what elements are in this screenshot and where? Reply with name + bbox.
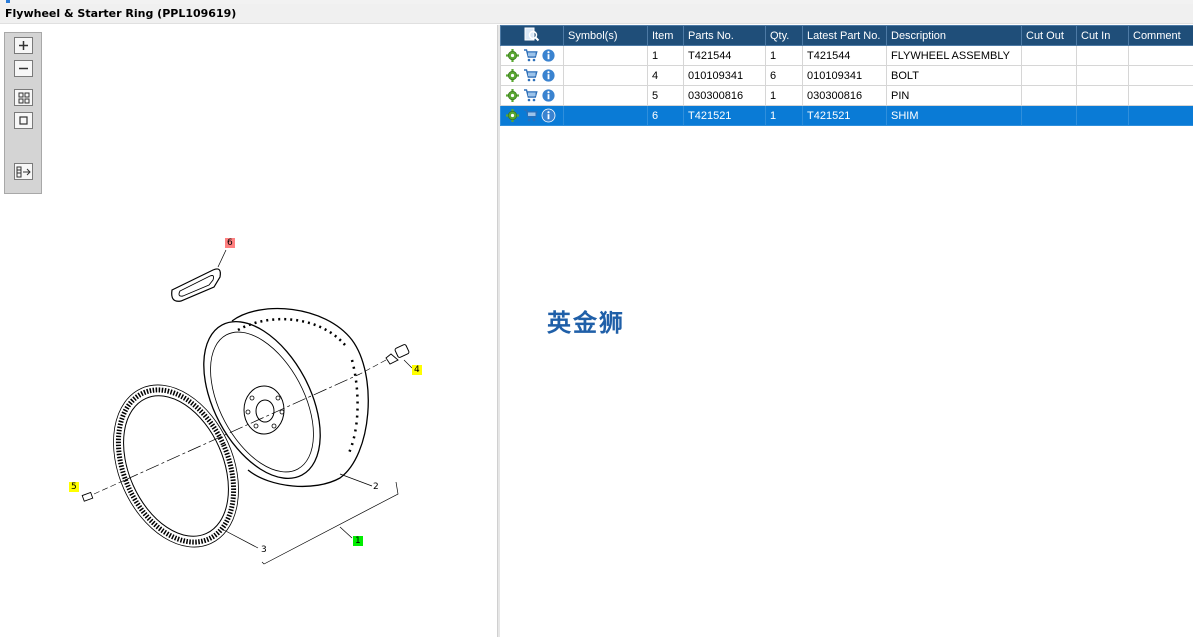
cell-parts-no: 030300816 xyxy=(683,85,766,106)
cell-item: 5 xyxy=(647,85,684,106)
cell-cut-in xyxy=(1076,65,1129,86)
bolt-part[interactable] xyxy=(359,344,413,375)
gear-icon[interactable] xyxy=(505,88,520,103)
plus-icon xyxy=(19,41,28,50)
table-row[interactable]: 5 030300816 1 030300816 PIN xyxy=(500,85,1193,106)
header-parts-no[interactable]: Parts No. xyxy=(683,25,766,46)
info-icon[interactable] xyxy=(541,68,556,83)
header-cut-in[interactable]: Cut In xyxy=(1076,25,1129,46)
cart-icon[interactable] xyxy=(523,68,538,83)
cart-icon[interactable] xyxy=(523,48,538,63)
header-symbols[interactable]: Symbol(s) xyxy=(563,25,648,46)
header-search[interactable] xyxy=(500,25,564,46)
row-icons xyxy=(500,105,564,126)
row-icons xyxy=(500,45,564,66)
fit-all-button[interactable] xyxy=(14,89,33,106)
callout-6[interactable]: 6 xyxy=(225,238,235,248)
cell-cut-out xyxy=(1021,85,1077,106)
callout-1[interactable]: 1 xyxy=(353,536,363,546)
app-icon xyxy=(6,0,10,3)
export-button[interactable] xyxy=(14,163,33,180)
gear-icon[interactable] xyxy=(505,48,520,63)
cell-item: 1 xyxy=(647,45,684,66)
gear-icon[interactable] xyxy=(505,108,520,123)
cell-cut-in xyxy=(1076,45,1129,66)
window-title: Flywheel & Starter Ring (PPL109619) xyxy=(0,4,1193,24)
cell-latest-part-no: 010109341 xyxy=(802,65,887,86)
cell-comment xyxy=(1128,85,1193,106)
cell-symbols xyxy=(563,85,648,106)
cell-qty: 1 xyxy=(765,45,803,66)
parts-table: Symbol(s) Item Parts No. Qty. Latest Par… xyxy=(500,25,1193,126)
gear-icon[interactable] xyxy=(505,68,520,83)
shim-part[interactable] xyxy=(171,249,227,302)
cell-latest-part-no: T421544 xyxy=(802,45,887,66)
info-icon[interactable] xyxy=(541,108,556,123)
info-icon[interactable] xyxy=(541,48,556,63)
callout-3[interactable]: 3 xyxy=(259,545,269,555)
cell-cut-in xyxy=(1076,85,1129,106)
info-icon[interactable] xyxy=(541,88,556,103)
square-icon xyxy=(19,116,28,125)
parts-pane: Symbol(s) Item Parts No. Qty. Latest Par… xyxy=(500,25,1193,637)
list-arrow-icon xyxy=(16,166,31,177)
cell-parts-no: T421521 xyxy=(683,105,766,126)
zoom-in-button[interactable] xyxy=(14,37,33,54)
cell-cut-out xyxy=(1021,65,1077,86)
minus-icon xyxy=(19,67,28,70)
cell-description: BOLT xyxy=(886,65,1022,86)
cell-qty: 6 xyxy=(765,65,803,86)
cell-cut-in xyxy=(1076,105,1129,126)
header-description[interactable]: Description xyxy=(886,25,1022,46)
zoom-toolbar xyxy=(4,32,42,194)
cell-qty: 1 xyxy=(765,85,803,106)
cell-item: 4 xyxy=(647,65,684,86)
zoom-out-button[interactable] xyxy=(14,60,33,77)
callout-2[interactable]: 2 xyxy=(371,482,381,492)
cell-symbols xyxy=(563,65,648,86)
table-row[interactable]: 4 010109341 6 010109341 BOLT xyxy=(500,65,1193,86)
cell-comment xyxy=(1128,105,1193,126)
grid-icon xyxy=(18,92,29,103)
row-icons xyxy=(500,65,564,86)
cell-latest-part-no: T421521 xyxy=(802,105,887,126)
exploded-diagram[interactable] xyxy=(0,25,497,637)
cart-icon[interactable] xyxy=(523,108,538,123)
magnify-document-icon[interactable] xyxy=(524,27,540,42)
cell-parts-no: T421544 xyxy=(683,45,766,66)
cell-comment xyxy=(1128,65,1193,86)
row-icons xyxy=(500,85,564,106)
callout-5[interactable]: 5 xyxy=(69,482,79,492)
flywheel-part[interactable] xyxy=(180,302,369,497)
table-row[interactable]: 6 T421521 1 T421521 SHIM xyxy=(500,105,1193,126)
watermark-logo: 英金狮 xyxy=(547,309,625,337)
cell-description: SHIM xyxy=(886,105,1022,126)
table-row[interactable]: 1 T421544 1 T421544 FLYWHEEL ASSEMBLY xyxy=(500,45,1193,66)
cart-icon[interactable] xyxy=(523,88,538,103)
header-qty[interactable]: Qty. xyxy=(765,25,803,46)
cell-description: PIN xyxy=(886,85,1022,106)
header-cut-out[interactable]: Cut Out xyxy=(1021,25,1077,46)
actual-size-button[interactable] xyxy=(14,112,33,129)
cell-symbols xyxy=(563,105,648,126)
cell-cut-out xyxy=(1021,105,1077,126)
cell-parts-no: 010109341 xyxy=(683,65,766,86)
cell-cut-out xyxy=(1021,45,1077,66)
pin-part[interactable] xyxy=(81,479,126,502)
cell-latest-part-no: 030300816 xyxy=(802,85,887,106)
header-comment[interactable]: Comment xyxy=(1128,25,1193,46)
diagram-pane[interactable]: 6 4 5 2 3 1 xyxy=(0,25,497,637)
cell-comment xyxy=(1128,45,1193,66)
callout-4[interactable]: 4 xyxy=(412,365,422,375)
cell-item: 6 xyxy=(647,105,684,126)
cell-symbols xyxy=(563,45,648,66)
header-latest-part-no[interactable]: Latest Part No. xyxy=(802,25,887,46)
cell-qty: 1 xyxy=(765,105,803,126)
cell-description: FLYWHEEL ASSEMBLY xyxy=(886,45,1022,66)
header-item[interactable]: Item xyxy=(647,25,684,46)
